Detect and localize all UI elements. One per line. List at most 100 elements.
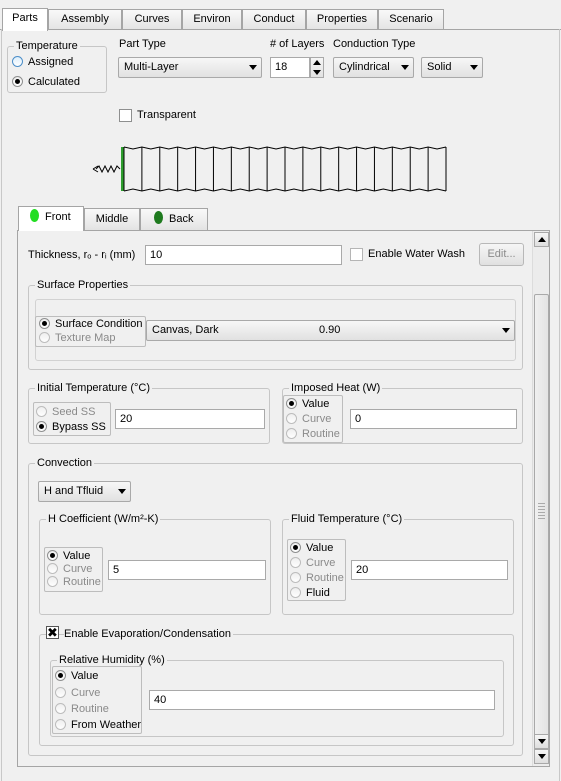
chevron-down-icon — [538, 754, 546, 759]
imposed-heat-title: Imposed Heat (W) — [289, 381, 383, 395]
relative-humidity-title: Relative Humidity (%) — [57, 653, 167, 667]
water-wash-checkbox[interactable] — [350, 248, 363, 261]
checkmark-x-icon: ✖ — [47, 625, 58, 640]
layers-spinner[interactable] — [310, 57, 324, 78]
chevron-down-icon — [118, 489, 126, 494]
radio-off-icon — [55, 703, 66, 714]
tab-conduct[interactable]: Conduct — [242, 9, 306, 30]
convection-title: Convection — [35, 456, 95, 470]
evaporation-label: Enable Evaporation/Condensation — [64, 627, 233, 641]
radio-off-icon — [55, 687, 66, 698]
surface-condition-radio[interactable]: Surface Condition — [39, 317, 142, 332]
part-type-label: Part Type — [119, 38, 166, 50]
imposed-heat-value-radio[interactable]: Value — [286, 397, 329, 412]
humidity-value-radio[interactable]: Value — [55, 669, 98, 684]
transparent-label: Transparent — [137, 109, 196, 121]
radio-off-icon — [47, 576, 58, 587]
humidity-curve-radio[interactable]: Curve — [55, 686, 100, 701]
scroll-thumb[interactable] — [534, 294, 549, 738]
tab-middle[interactable]: Middle — [84, 208, 140, 230]
chevron-down-icon — [249, 65, 257, 70]
conduction-type-label: Conduction Type — [333, 38, 416, 50]
surface-condition-select[interactable]: Canvas, Dark 0.90 — [146, 320, 515, 341]
scroll-up-button[interactable] — [534, 232, 549, 247]
h-coefficient-title: H Coefficient (W/m²-K) — [46, 512, 161, 526]
tab-environ[interactable]: Environ — [182, 9, 242, 30]
tab-parts[interactable]: Parts — [2, 8, 48, 31]
tab-curves[interactable]: Curves — [122, 9, 182, 30]
h-routine-radio[interactable]: Routine — [47, 575, 101, 590]
surface-condition-value: 0.90 — [319, 324, 341, 336]
conduction-type-select[interactable]: Cylindrical — [333, 57, 414, 78]
texture-map-radio[interactable]: Texture Map — [39, 331, 116, 346]
evaporation-checkbox[interactable]: ✖ — [46, 626, 59, 639]
chevron-down-icon — [502, 328, 510, 333]
thickness-label: Thickness, rₒ - rᵢ (mm) — [28, 249, 136, 261]
radio-on-icon — [36, 421, 47, 432]
radio-off-icon — [39, 332, 50, 343]
radio-on-icon — [47, 550, 58, 561]
humidity-routine-radio[interactable]: Routine — [55, 702, 109, 717]
layers-label: # of Layers — [270, 38, 325, 50]
seed-ss-radio[interactable]: Seed SS — [36, 405, 95, 420]
tab-front[interactable]: Front — [18, 206, 84, 231]
imposed-heat-routine-radio[interactable]: Routine — [286, 427, 340, 442]
heat-arrow-icon — [92, 164, 121, 174]
radio-on-icon — [12, 76, 23, 87]
imposed-heat-curve-radio[interactable]: Curve — [286, 412, 331, 427]
layer-stack — [123, 146, 447, 192]
radio-off-icon — [290, 587, 301, 598]
radio-off-icon — [290, 572, 301, 583]
spin-down-icon[interactable] — [313, 70, 321, 75]
chevron-up-icon — [538, 237, 546, 242]
transparent-checkbox[interactable] — [119, 109, 132, 122]
radio-on-icon — [39, 318, 50, 329]
tab-back[interactable]: Back — [140, 208, 208, 230]
thickness-input[interactable]: 10 — [145, 245, 342, 265]
temperature-assigned-radio[interactable]: Assigned — [12, 55, 73, 70]
spin-up-icon[interactable] — [313, 60, 321, 65]
front-dot-icon — [30, 209, 39, 222]
tab-assembly[interactable]: Assembly — [48, 9, 122, 30]
relative-humidity-input[interactable]: 40 — [149, 690, 495, 710]
chevron-down-icon — [538, 739, 546, 744]
temperature-group-title: Temperature — [14, 39, 80, 53]
conduction-solid-select[interactable]: Solid — [421, 57, 483, 78]
h-coefficient-input[interactable]: 5 — [108, 560, 266, 580]
humidity-weather-radio[interactable]: From Weather — [55, 718, 141, 733]
vertical-scrollbar[interactable] — [532, 231, 549, 766]
bypass-ss-radio[interactable]: Bypass SS — [36, 420, 106, 435]
fluid-routine-radio[interactable]: Routine — [290, 571, 344, 586]
radio-off-icon — [286, 428, 297, 439]
initial-temperature-input[interactable]: 20 — [115, 409, 265, 429]
radio-on-icon — [55, 670, 66, 681]
convection-mode-select[interactable]: H and Tfluid — [38, 481, 131, 502]
tab-scenario[interactable]: Scenario — [378, 9, 444, 30]
fluid-temperature-input[interactable]: 20 — [351, 560, 508, 580]
temperature-calculated-radio[interactable]: Calculated — [12, 75, 80, 90]
radio-off-icon — [290, 557, 301, 568]
edit-button[interactable]: Edit... — [479, 243, 524, 266]
back-dot-icon — [154, 211, 163, 224]
radio-off-icon — [286, 413, 297, 424]
radio-on-icon — [286, 398, 297, 409]
layers-input[interactable]: 18 — [270, 57, 310, 78]
fluid-temperature-title: Fluid Temperature (°C) — [289, 512, 405, 526]
part-type-select[interactable]: Multi-Layer — [118, 57, 262, 78]
tab-properties[interactable]: Properties — [306, 9, 378, 30]
chevron-down-icon — [470, 65, 478, 70]
fluid-curve-radio[interactable]: Curve — [290, 556, 335, 571]
radio-off-icon — [12, 56, 23, 67]
radio-on-icon — [290, 542, 301, 553]
fluid-fluid-radio[interactable]: Fluid — [290, 586, 330, 601]
fluid-value-radio[interactable]: Value — [290, 541, 333, 556]
water-wash-label: Enable Water Wash — [368, 248, 466, 260]
temperature-group: Temperature Assigned Calculated — [7, 39, 107, 93]
radio-off-icon — [55, 719, 66, 730]
layer-preview — [92, 146, 447, 192]
scroll-down-button-2[interactable] — [534, 749, 549, 764]
imposed-heat-input[interactable]: 0 — [350, 409, 517, 429]
scroll-down-button[interactable] — [534, 734, 549, 749]
initial-temperature-title: Initial Temperature (°C) — [35, 381, 153, 395]
radio-off-icon — [47, 563, 58, 574]
